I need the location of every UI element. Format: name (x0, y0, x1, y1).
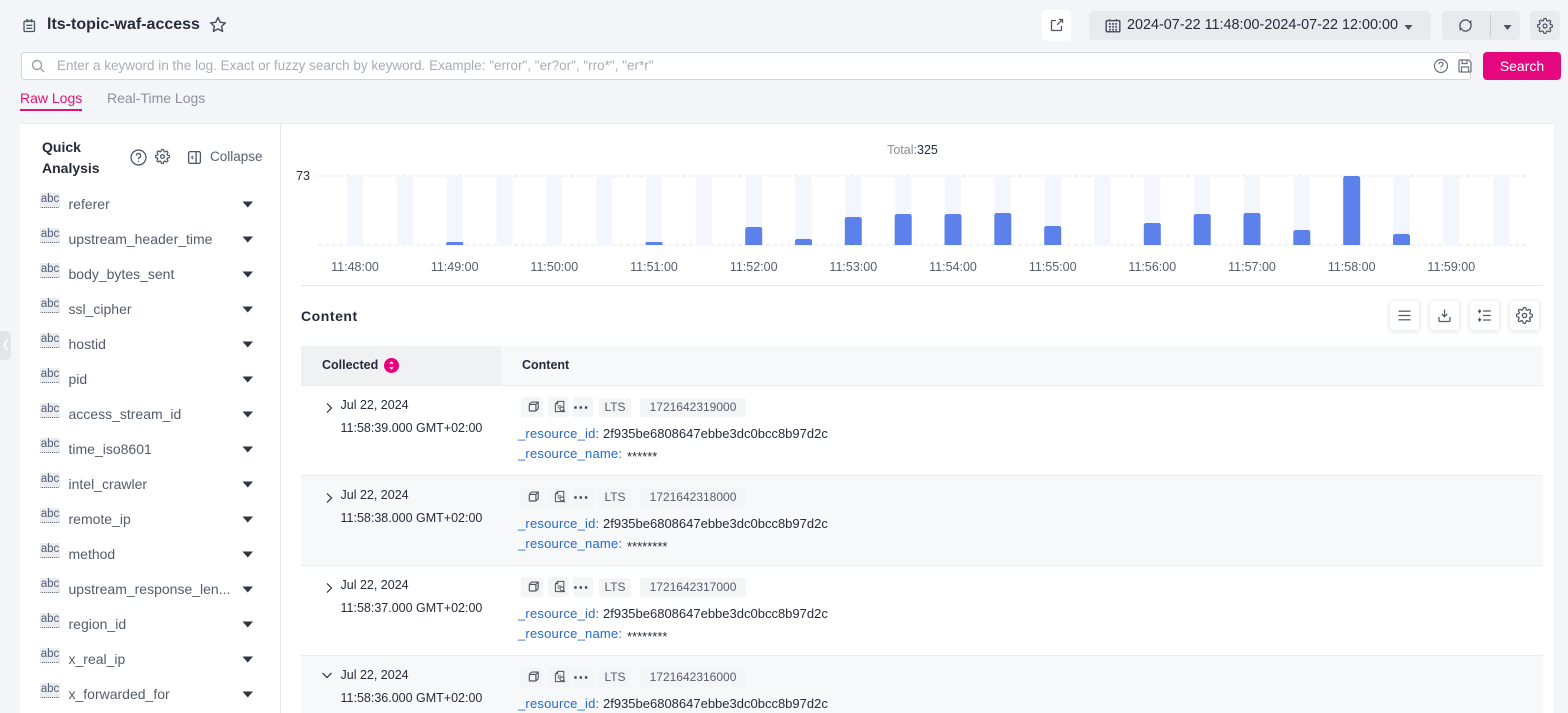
svg-text:11:56:00: 11:56:00 (1128, 260, 1176, 274)
svg-text:11:53:00: 11:53:00 (829, 260, 877, 274)
svg-text:11:54:00: 11:54:00 (929, 260, 977, 274)
svg-text:11:52:00: 11:52:00 (730, 260, 778, 274)
svg-text:Total:: Total: (887, 143, 917, 157)
svg-text:11:50:00: 11:50:00 (530, 260, 578, 274)
svg-text:11:49:00: 11:49:00 (431, 260, 479, 274)
svg-text:11:57:00: 11:57:00 (1228, 260, 1276, 274)
svg-text:11:48:00: 11:48:00 (331, 260, 379, 274)
svg-text:11:51:00: 11:51:00 (630, 260, 678, 274)
svg-text:325: 325 (917, 143, 938, 157)
svg-text:11:55:00: 11:55:00 (1029, 260, 1077, 274)
svg-text:11:59:00: 11:59:00 (1427, 260, 1475, 274)
svg-text:73: 73 (296, 169, 310, 183)
svg-text:11:58:00: 11:58:00 (1328, 260, 1376, 274)
